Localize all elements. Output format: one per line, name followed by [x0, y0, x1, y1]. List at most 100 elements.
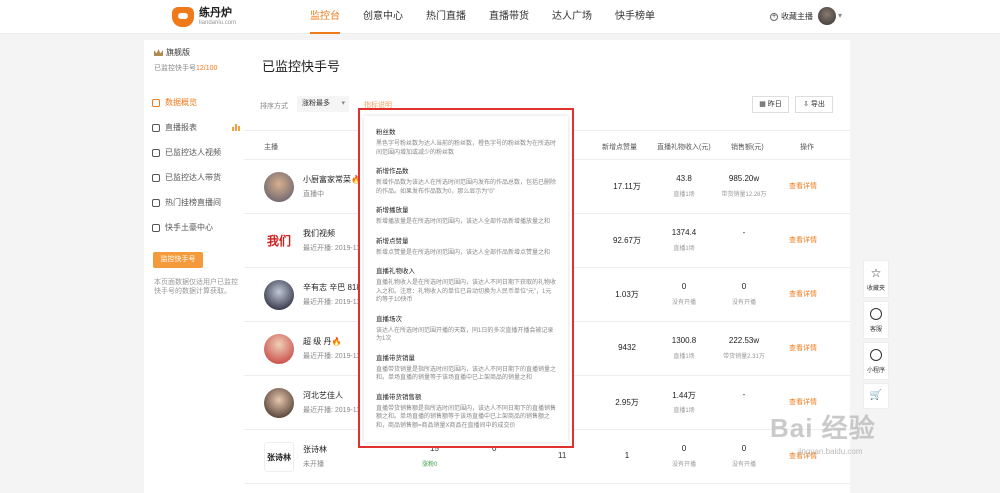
tooltip-title: 新增作品数: [376, 168, 409, 175]
tooltip-desc: 新增点赞量是在所选时间范围内，该达人全部作品新增点赞量之和: [376, 249, 551, 256]
column-header-streamer: 主播: [264, 144, 278, 151]
star-icon: ☆: [870, 266, 882, 280]
avatar[interactable]: [264, 388, 294, 418]
tooltip-title: 直播场次: [376, 315, 402, 323]
sales-cell: 222.53w: [728, 336, 760, 345]
live-status: 未开播: [303, 461, 324, 468]
sidebar-item-hot-rooms[interactable]: 热门挂榜直播间: [152, 197, 240, 208]
gift-cell: 0: [681, 282, 687, 291]
last-live-time: 最近开播: 2019-11-2: [303, 407, 367, 414]
favorites-label: 收藏夹: [866, 286, 885, 292]
sort-select[interactable]: 涨粉最多: [297, 96, 349, 112]
furnace-logo-icon: [172, 7, 194, 27]
user-avatar[interactable]: [818, 7, 836, 25]
avatar[interactable]: [264, 334, 294, 364]
logo-name: 练丹炉: [199, 7, 232, 19]
gift-cell: 1374.4: [671, 228, 697, 237]
avatar[interactable]: [264, 172, 294, 202]
nav-creative[interactable]: 创意中心: [363, 0, 403, 34]
logo[interactable]: 练丹炉 liandanlu.com: [172, 7, 236, 27]
diamond-icon: [152, 223, 160, 232]
view-details-link[interactable]: 查看详情: [789, 343, 817, 353]
customer-service-label: 客服: [869, 327, 882, 333]
mini-program-button[interactable]: 小程序: [863, 342, 889, 380]
last-live-time: 最近开播: 2019-11-: [303, 299, 363, 306]
sidebar-note: 本页面数据仅适用户已监控快手号的数据计算获取。: [154, 279, 238, 295]
sidebar-item-overview[interactable]: 数据概览: [152, 97, 240, 108]
nav-kuaishou-rank[interactable]: 快手榜单: [615, 0, 655, 34]
cart-button[interactable]: 🛒: [863, 383, 889, 409]
date-button-label: 昨日: [767, 101, 782, 108]
likes-cell: 2.95万: [615, 398, 639, 407]
top-navbar: 练丹炉 liandanlu.com 监控台 创意中心 热门直播 直播带货 达人广…: [0, 0, 1000, 34]
likes-cell: 1: [624, 451, 630, 460]
collect-streamer-link[interactable]: + 收藏主播: [770, 11, 813, 22]
sidebar-item-live-report[interactable]: 直播报表: [152, 122, 240, 133]
sidebar-item-tycoon[interactable]: 快手土豪中心: [152, 222, 240, 233]
streamer-name[interactable]: 超 级 丹🔥: [303, 336, 341, 347]
view-details-link[interactable]: 查看详情: [789, 397, 817, 407]
last-live-time: 最近开播: 2019-11-: [303, 245, 363, 252]
sidebar-item-talent-videos[interactable]: 已监控达人视频: [152, 147, 240, 158]
plan-badge: 旗舰版: [154, 47, 190, 58]
nav-talent-square[interactable]: 达人广场: [552, 0, 592, 34]
fans-cell: 11: [558, 451, 567, 460]
tooltip-desc: 直播带货销售额是指所选时间范围内，该达人不同日期下的直播销售额之和。单场直播的销…: [376, 405, 557, 429]
collect-label: 收藏主播: [781, 12, 813, 21]
sidebar-item-label: 直播报表: [165, 123, 197, 132]
tooltip-title: 新增播放量: [376, 207, 409, 214]
sales-cell: -: [742, 390, 746, 399]
tooltip-title: 直播礼物收入: [376, 268, 415, 275]
streamer-name[interactable]: 张诗林: [303, 444, 327, 455]
likes-cell: 17.11万: [613, 182, 641, 191]
mini-program-label: 小程序: [866, 368, 885, 374]
nav-hot-live[interactable]: 热门直播: [426, 0, 466, 34]
export-icon: ⇩: [803, 101, 811, 108]
date-button[interactable]: ▦ 昨日: [752, 96, 789, 113]
gift-sub: 直播1场: [673, 246, 695, 252]
calendar-icon: ▦: [759, 101, 768, 108]
avatar[interactable]: 我们: [264, 226, 294, 256]
add-monitor-button[interactable]: 监控快手号: [153, 252, 203, 268]
watermark-text: Bai 经验: [770, 413, 876, 443]
sales-sub: 带货销量12.28万: [721, 192, 767, 198]
tooltip-title: 直播带货销量: [376, 354, 415, 362]
streamer-name[interactable]: 辛有志 辛巴 818: [303, 282, 361, 293]
sidebar-item-talent-sales[interactable]: 已监控达人带货: [152, 172, 240, 183]
likes-cell: 1.03万: [615, 290, 639, 299]
avatar[interactable]: 张诗林: [264, 442, 294, 472]
metric-tooltip-highlight: 粉丝数 黑色字号粉丝数为达人当前的粉丝数，橙色字号的粉丝数为在所选时间范围内增加…: [358, 108, 574, 448]
favorites-button[interactable]: ☆ 收藏夹: [863, 260, 889, 298]
metric-tooltip: 粉丝数 黑色字号粉丝数为达人当前的粉丝数，橙色字号的粉丝数为在所选时间范围内增加…: [364, 116, 568, 442]
nav-live-sales[interactable]: 直播带货: [489, 0, 529, 34]
nav-monitor[interactable]: 监控台: [310, 0, 340, 34]
streamer-name[interactable]: 小厨富家常菜🔥: [303, 174, 361, 185]
view-details-link[interactable]: 查看详情: [789, 181, 817, 191]
gift-sub: 直播1场: [673, 408, 695, 414]
mini-program-icon: [870, 349, 882, 361]
plan-label: 旗舰版: [166, 48, 190, 57]
video-icon: [152, 123, 160, 132]
main-nav: 监控台 创意中心 热门直播 直播带货 达人广场 快手榜单: [310, 0, 678, 34]
chevron-down-icon[interactable]: ▾: [838, 11, 842, 20]
column-header-actions: 操作: [800, 144, 814, 151]
sales-sub: 没有开播: [731, 300, 756, 306]
export-button[interactable]: ⇩ 导出: [795, 96, 833, 113]
sales-cell: -: [742, 228, 746, 237]
view-details-link[interactable]: 查看详情: [789, 235, 817, 245]
column-header-likes: 新增点赞量: [602, 144, 637, 151]
avatar[interactable]: [264, 280, 294, 310]
flame-icon: [152, 198, 160, 207]
streamer-name[interactable]: 河北艺佳人: [303, 390, 343, 401]
tooltip-title: 直播带货销售额: [376, 393, 422, 401]
customer-service-button[interactable]: 客服: [863, 301, 889, 339]
sort-label: 排序方式: [260, 103, 288, 110]
quota-value: 12/100: [196, 65, 218, 72]
baidu-jingyan-watermark: Bai 经验 jingyan.baidu.com: [770, 408, 876, 456]
view-details-link[interactable]: 查看详情: [789, 289, 817, 299]
export-button-label: 导出: [810, 101, 825, 108]
gift-cell: 1.44万: [672, 391, 696, 400]
streamer-name[interactable]: 我们视频: [303, 228, 335, 239]
sidebar-item-label: 已监控达人带货: [165, 173, 221, 182]
gift-cell: 1300.8: [671, 336, 697, 345]
